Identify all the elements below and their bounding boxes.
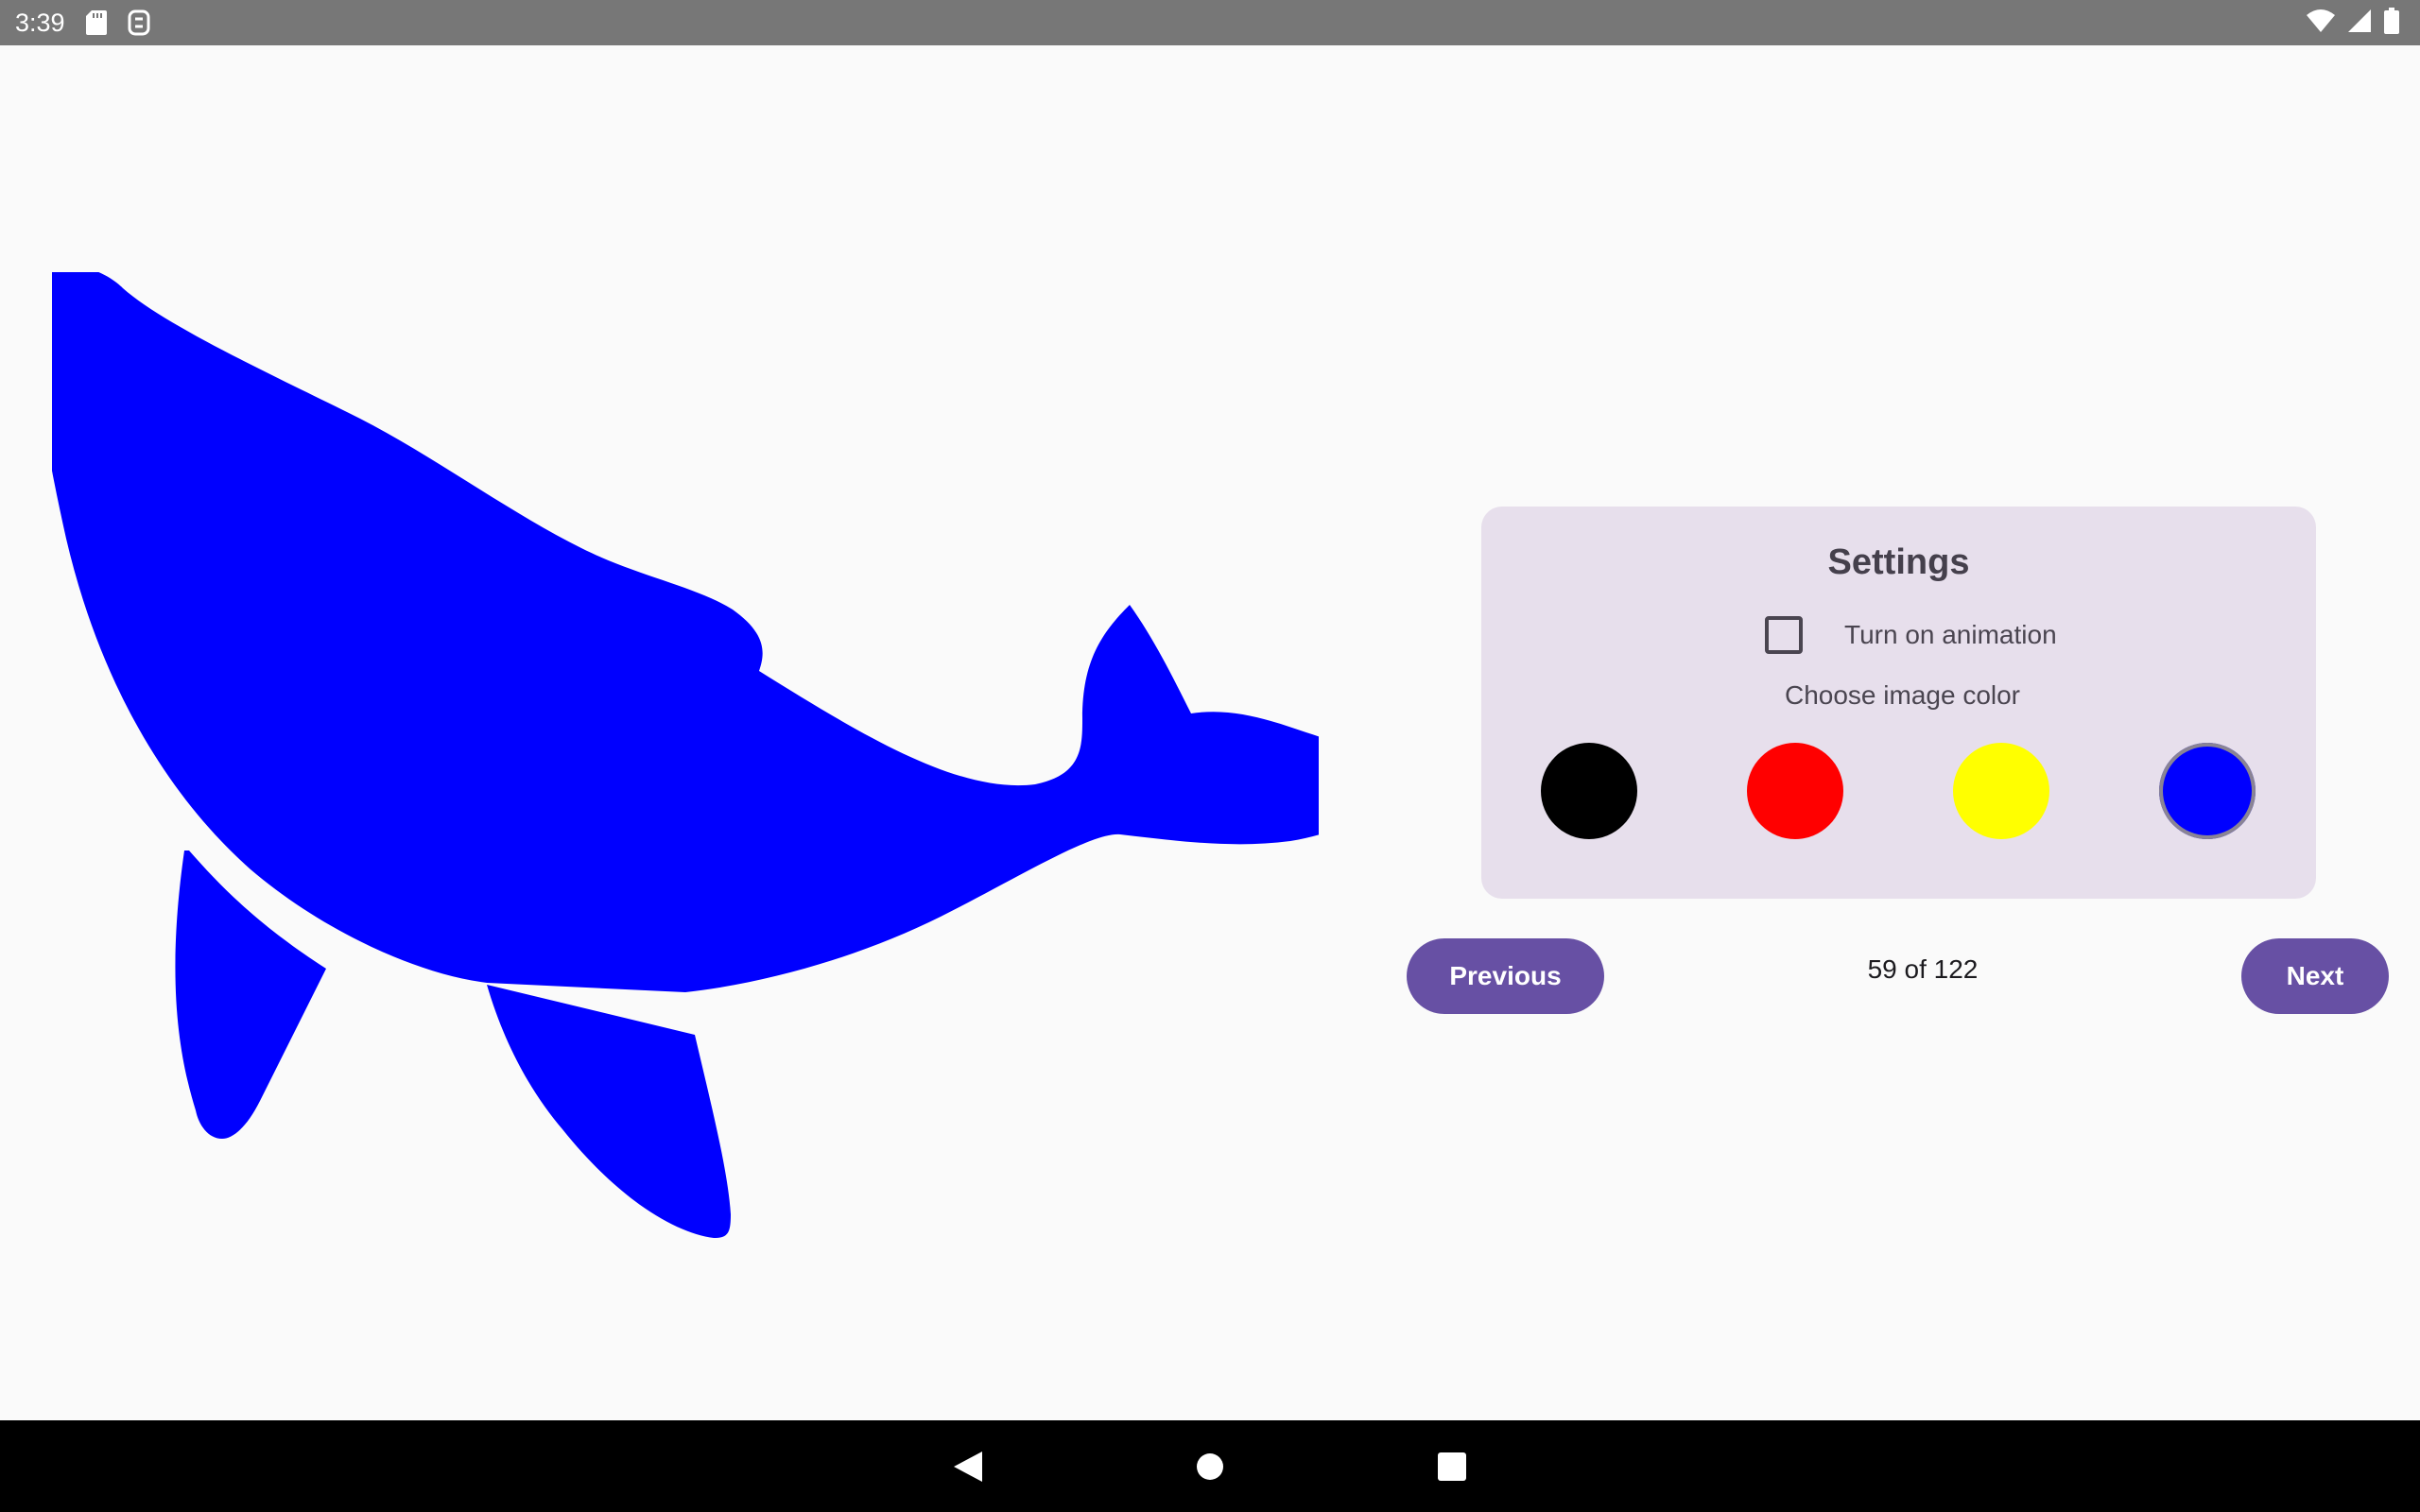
wifi-icon xyxy=(2307,9,2335,37)
animation-checkbox[interactable] xyxy=(1765,616,1803,654)
whale-image xyxy=(52,272,1319,1238)
color-swatch-red[interactable] xyxy=(1747,743,1843,839)
signal-icon xyxy=(2348,9,2371,37)
previous-button[interactable]: Previous xyxy=(1407,938,1604,1014)
settings-title: Settings xyxy=(1827,542,1970,582)
status-time: 3:39 xyxy=(15,8,65,37)
page-counter: 59 of 122 xyxy=(1867,954,1979,984)
sync-icon xyxy=(128,9,150,36)
choose-color-label: Choose image color xyxy=(1784,680,2021,710)
battery-icon xyxy=(2384,7,2399,39)
color-swatch-blue[interactable] xyxy=(2159,743,2256,839)
animation-label: Turn on animation xyxy=(1844,620,2057,649)
sd-card-icon xyxy=(85,10,107,35)
settings-card: Settings Turn on animation Choose image … xyxy=(1481,507,2316,899)
color-swatch-yellow[interactable] xyxy=(1953,743,2049,839)
color-swatch-black[interactable] xyxy=(1541,743,1637,839)
next-button[interactable]: Next xyxy=(2241,938,2389,1014)
home-icon[interactable] xyxy=(1187,1420,1233,1512)
animation-toggle-row[interactable]: Turn on animation xyxy=(1765,612,2057,658)
recents-icon[interactable] xyxy=(1429,1420,1475,1512)
main-content: Settings Turn on animation Choose image … xyxy=(0,45,2420,1420)
back-icon[interactable] xyxy=(945,1420,991,1512)
system-nav-bar xyxy=(0,1420,2420,1512)
status-bar: 3:39 xyxy=(0,0,2420,45)
